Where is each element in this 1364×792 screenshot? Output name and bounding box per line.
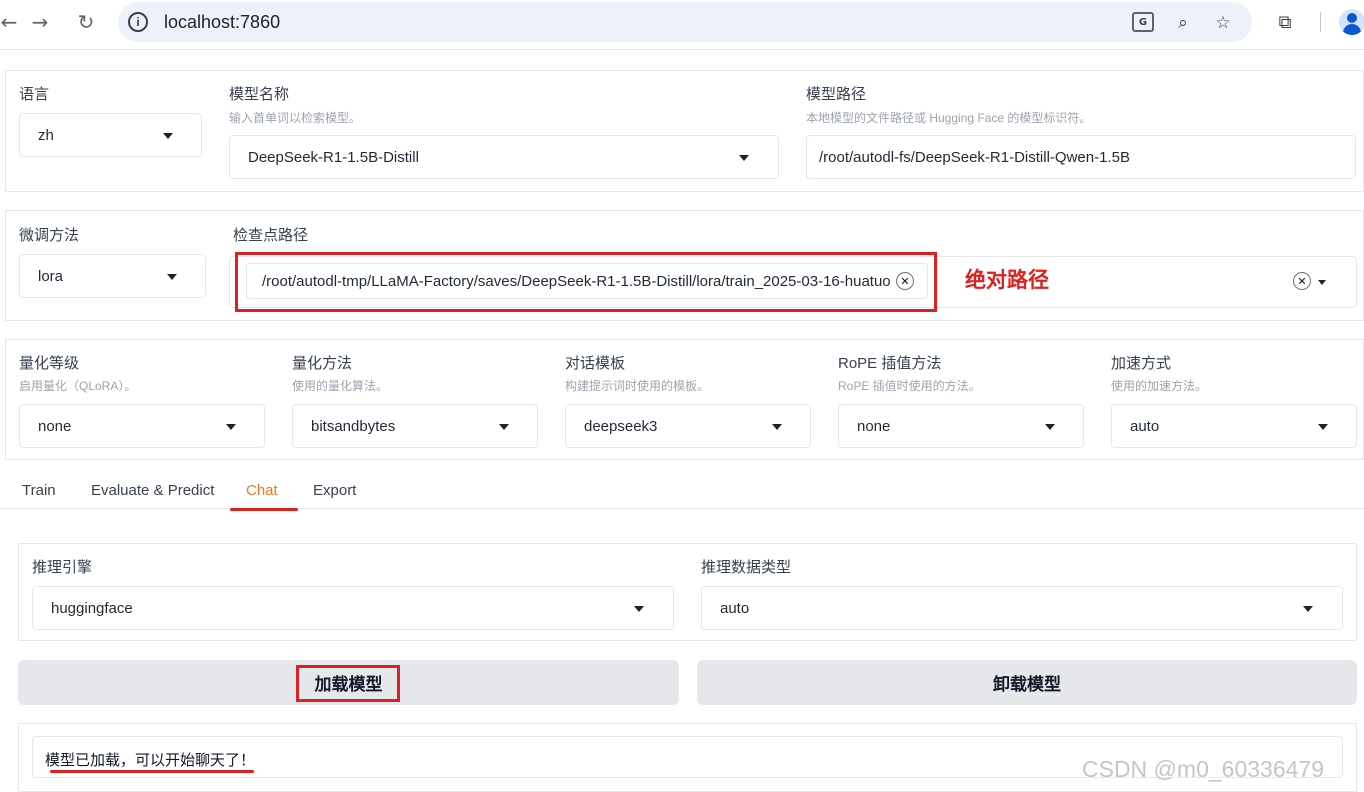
star-icon[interactable]: ☆	[1211, 12, 1235, 34]
quant-method-value: bitsandbytes	[311, 418, 396, 435]
booster-value: auto	[1130, 418, 1160, 435]
info-icon[interactable]: i	[128, 12, 148, 32]
quant-method-info: 使用的量化算法。	[292, 379, 389, 393]
model-name-value: DeepSeek-R1-1.5B-Distill	[248, 149, 419, 166]
model-path-label: 模型路径	[806, 86, 867, 103]
template-label: 对话模板	[565, 355, 626, 372]
infer-backend-value: huggingface	[51, 600, 133, 617]
rope-info: RoPE 插值时使用的方法。	[838, 379, 981, 393]
arrow-right-icon[interactable]: →	[25, 8, 55, 36]
template-dropdown[interactable]: deepseek3	[565, 404, 811, 448]
chevron-down-icon[interactable]	[1318, 280, 1326, 285]
infer-dtype-label: 推理数据类型	[701, 559, 792, 576]
chevron-down-icon	[1045, 424, 1055, 430]
tab-export[interactable]: Export	[313, 482, 356, 499]
rope-value: none	[857, 418, 891, 435]
model-path-info: 本地模型的文件路径或 Hugging Face 的模型标识符。	[806, 111, 1092, 125]
rope-label: RoPE 插值方法	[838, 355, 942, 372]
language-label: 语言	[19, 86, 50, 103]
infer-backend-label: 推理引擎	[32, 559, 93, 576]
quant-method-label: 量化方法	[292, 355, 353, 372]
chevron-down-icon	[226, 424, 236, 430]
tab-divider	[0, 508, 1364, 509]
infer-dtype-value: auto	[720, 600, 750, 617]
chevron-down-icon	[1303, 606, 1313, 612]
language-value: zh	[38, 127, 54, 144]
unload-model-button[interactable]: 卸载模型	[697, 660, 1357, 705]
annotation-underline-chat	[230, 508, 298, 511]
arrow-left-icon[interactable]: ←	[0, 8, 24, 36]
model-path-value: /root/autodl-fs/DeepSeek-R1-Distill-Qwen…	[819, 149, 1130, 166]
annotation-box-load	[296, 665, 400, 702]
template-info: 构建提示词时使用的模板。	[565, 379, 710, 393]
toolbar-divider	[1320, 12, 1321, 32]
annotation-text: 绝对路径	[965, 269, 1049, 292]
chevron-down-icon	[1318, 424, 1328, 430]
model-path-input[interactable]: /root/autodl-fs/DeepSeek-R1-Distill-Qwen…	[806, 135, 1356, 179]
annotation-underline-info	[50, 770, 254, 773]
model-name-info: 输入首单词以检索模型。	[229, 111, 362, 125]
annotation-box-checkpoint	[235, 252, 937, 312]
address-bar[interactable]: i localhost:7860 G ⌕ ☆	[118, 2, 1252, 42]
chevron-down-icon	[772, 424, 782, 430]
finetune-method-value: lora	[38, 268, 64, 285]
quant-bit-info: 启用量化（QLoRA）。	[19, 379, 137, 393]
template-value: deepseek3	[584, 418, 658, 435]
quant-bit-label: 量化等级	[19, 355, 80, 372]
chevron-down-icon	[499, 424, 509, 430]
finetune-method-label: 微调方法	[19, 227, 80, 244]
info-message: 模型已加载，可以开始聊天了！	[45, 752, 256, 769]
booster-dropdown[interactable]: auto	[1111, 404, 1357, 448]
watermark: CSDN @m0_60336479	[1082, 756, 1324, 782]
booster-info: 使用的加速方法。	[1111, 379, 1208, 393]
finetune-method-dropdown[interactable]: lora	[19, 254, 206, 298]
model-name-label: 模型名称	[229, 86, 290, 103]
rope-dropdown[interactable]: none	[838, 404, 1084, 448]
model-name-dropdown[interactable]: DeepSeek-R1-1.5B-Distill	[229, 135, 779, 179]
zoom-icon[interactable]: ⌕	[1171, 12, 1195, 34]
language-dropdown[interactable]: zh	[19, 113, 202, 157]
translate-icon[interactable]: G	[1132, 12, 1154, 32]
tab-chat[interactable]: Chat	[246, 482, 278, 499]
chevron-down-icon	[163, 133, 173, 139]
tab-train[interactable]: Train	[22, 482, 56, 499]
infer-dtype-dropdown[interactable]: auto	[701, 586, 1343, 630]
tab-evaluate-predict[interactable]: Evaluate & Predict	[91, 482, 214, 499]
quant-bit-dropdown[interactable]: none	[19, 404, 265, 448]
checkpoint-label: 检查点路径	[233, 227, 309, 244]
url-text[interactable]: localhost:7860	[164, 12, 280, 33]
chevron-down-icon	[634, 606, 644, 612]
reload-icon[interactable]: ↻	[71, 8, 101, 36]
profile-avatar-icon[interactable]	[1339, 9, 1364, 35]
quant-method-dropdown[interactable]: bitsandbytes	[292, 404, 538, 448]
chevron-down-icon	[167, 274, 177, 280]
infer-backend-dropdown[interactable]: huggingface	[32, 586, 674, 630]
browser-toolbar: ← → ↻ i localhost:7860 G ⌕ ☆ ⧉	[0, 0, 1364, 50]
extensions-icon[interactable]: ⧉	[1273, 10, 1297, 34]
clear-icon[interactable]: ✕	[1293, 272, 1311, 290]
quant-bit-value: none	[38, 418, 72, 435]
booster-label: 加速方式	[1111, 355, 1172, 372]
chevron-down-icon	[739, 155, 749, 161]
